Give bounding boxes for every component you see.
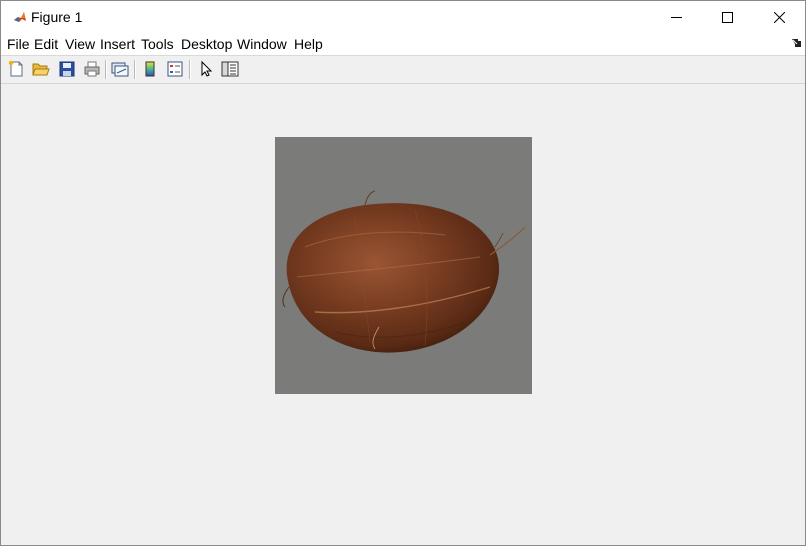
insert-colorbar-icon bbox=[145, 61, 155, 77]
figure-window: Figure 1 File Edit View Insert Tools Des… bbox=[0, 0, 806, 546]
menu-file[interactable]: File bbox=[7, 36, 30, 52]
new-figure-icon bbox=[8, 60, 23, 77]
figure-toolbar bbox=[1, 56, 805, 84]
figure-image bbox=[275, 137, 532, 394]
window-title: Figure 1 bbox=[31, 9, 83, 25]
menu-help[interactable]: Help bbox=[294, 36, 323, 52]
edit-plot-icon bbox=[201, 60, 213, 77]
minimize-icon bbox=[670, 16, 682, 18]
dock-figure-icon[interactable] bbox=[792, 39, 801, 47]
toolbar-separator bbox=[189, 60, 191, 79]
menu-window[interactable]: Window bbox=[237, 36, 287, 52]
menu-edit[interactable]: Edit bbox=[34, 36, 58, 52]
title-bar[interactable]: Figure 1 bbox=[1, 1, 805, 33]
insert-legend-button[interactable] bbox=[165, 59, 185, 79]
maximize-button[interactable] bbox=[704, 1, 750, 33]
property-inspector-icon bbox=[221, 61, 239, 77]
edit-plot-button[interactable] bbox=[196, 59, 216, 79]
insert-legend-icon bbox=[167, 61, 183, 77]
minimize-button[interactable] bbox=[653, 1, 699, 33]
menu-view[interactable]: View bbox=[65, 36, 95, 52]
print-button[interactable] bbox=[82, 59, 102, 79]
close-icon bbox=[773, 11, 785, 23]
menu-bar: File Edit View Insert Tools Desktop Wind… bbox=[1, 33, 805, 56]
save-icon bbox=[59, 61, 75, 77]
link-plot-icon bbox=[111, 62, 129, 77]
toolbar-separator bbox=[105, 60, 107, 79]
print-icon bbox=[84, 61, 100, 77]
coconut-picture bbox=[275, 137, 532, 394]
new-figure-button[interactable] bbox=[6, 59, 26, 79]
save-button[interactable] bbox=[57, 59, 77, 79]
link-plot-button[interactable] bbox=[110, 59, 130, 79]
open-file-icon bbox=[32, 63, 50, 76]
property-inspector-button[interactable] bbox=[220, 59, 240, 79]
menu-insert[interactable]: Insert bbox=[100, 36, 135, 52]
toolbar-separator bbox=[134, 60, 136, 79]
menu-desktop[interactable]: Desktop bbox=[181, 36, 232, 52]
insert-colorbar-button[interactable] bbox=[140, 59, 160, 79]
open-file-button[interactable] bbox=[31, 59, 51, 79]
close-button[interactable] bbox=[756, 1, 802, 33]
maximize-icon bbox=[721, 11, 733, 23]
menu-tools[interactable]: Tools bbox=[141, 36, 174, 52]
matlab-logo-icon bbox=[13, 10, 27, 24]
